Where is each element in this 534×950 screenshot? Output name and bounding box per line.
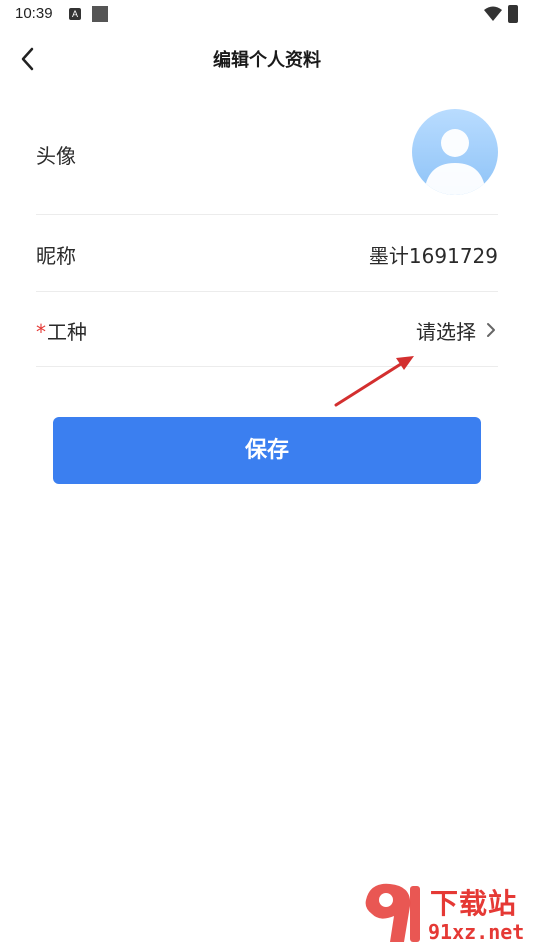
avatar[interactable] [412,109,498,195]
watermark: 下载站 91xz.net [360,880,534,950]
watermark-site: 91xz.net [428,920,525,944]
status-time: 10:39 [15,5,53,22]
nickname-value: 墨计1691729 [368,244,498,268]
job-label: 工种 [47,320,87,344]
job-label-wrap: *工种 [36,316,87,345]
save-button[interactable]: 保存 [53,417,481,484]
a-icon: A [69,8,81,20]
nickname-label: 昵称 [36,244,76,268]
chevron-right-icon [487,323,495,337]
status-bar: 10:39 A [0,0,534,30]
avatar-row[interactable]: 头像 [36,100,498,215]
wifi-icon [484,6,502,21]
watermark-title: 下载站 [430,887,518,920]
job-select-value[interactable]: 请选择 [416,316,476,345]
user-silhouette-icon [424,129,486,195]
required-mark: * [36,320,46,344]
annotation-arrow-icon [334,356,414,407]
nickname-row[interactable]: 昵称 墨计1691729 [36,215,498,292]
battery-icon [508,5,518,23]
job-row[interactable]: *工种 请选择 [36,292,498,367]
watermark-logo [365,883,420,942]
page-title: 编辑个人资料 [213,50,321,71]
notification-square-icon [92,6,108,22]
nav-bar: 编辑个人资料 [0,36,534,82]
avatar-label: 头像 [36,144,76,168]
